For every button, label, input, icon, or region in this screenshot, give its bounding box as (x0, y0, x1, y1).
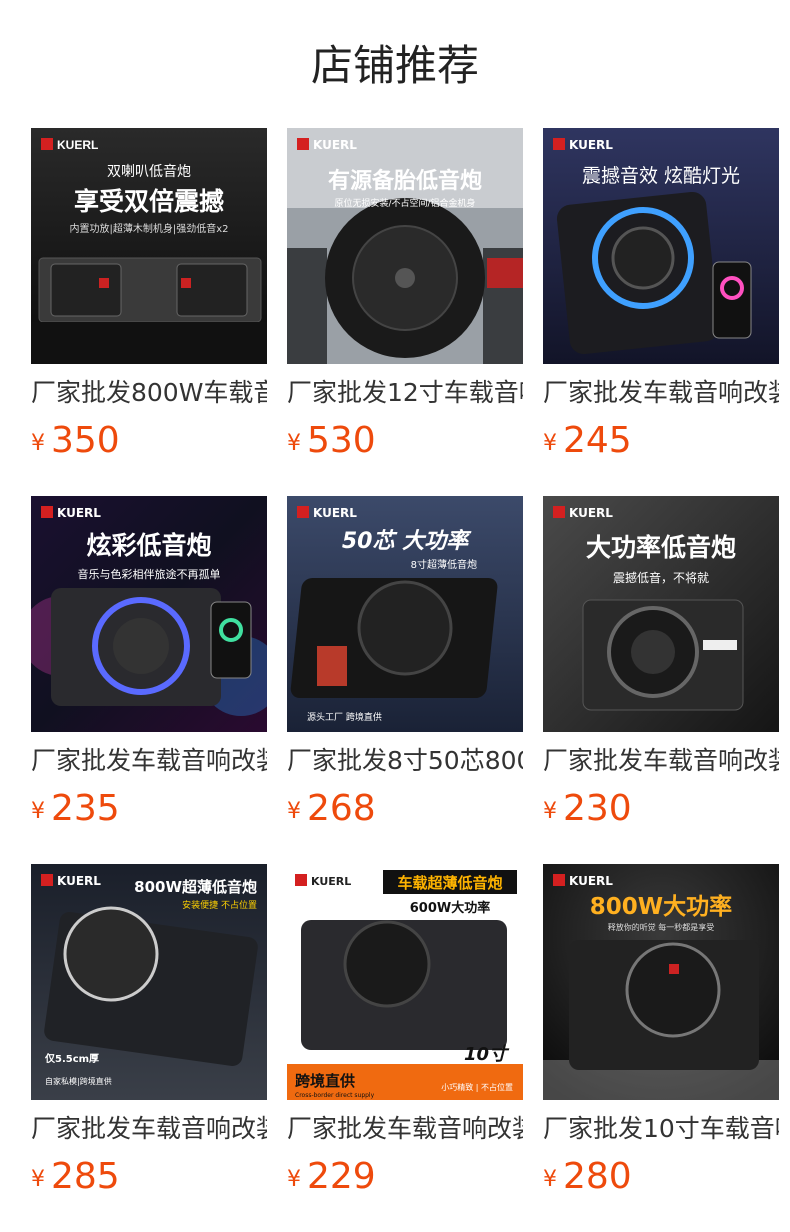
product-card[interactable]: KUERL 车载超薄低音炮 600W大功率 10寸 跨境直供 Cross-bor… (287, 864, 523, 1199)
price-value: 245 (563, 420, 632, 461)
currency-symbol: ¥ (543, 431, 557, 456)
product-card[interactable]: KUERL 800W超薄低音炮 安装便捷 不占位置 仅5.5cm厚 自家私模|跨… (31, 864, 267, 1199)
product-image[interactable]: KUERL 震撼音效 炫酷灯光 (543, 128, 779, 364)
product-card[interactable]: KUERL 800W大功率 释放你的听觉 每一秒都是享受 厂家批发10寸车载音响… (543, 864, 779, 1199)
svg-text:原位无损安装/不占空间/铝合金机身: 原位无损安装/不占空间/铝合金机身 (334, 197, 475, 209)
brand-logo: KUERL (569, 874, 613, 888)
svg-text:车载超薄低音炮: 车载超薄低音炮 (397, 874, 502, 892)
product-card[interactable]: KUERL 震撼音效 炫酷灯光 厂家批发车载音响改装低音炮 ¥245 (543, 128, 779, 463)
price-value: 229 (307, 1156, 376, 1197)
brand-logo: KUERL (57, 874, 101, 888)
product-price: ¥268 (287, 787, 523, 831)
currency-symbol: ¥ (543, 1167, 557, 1192)
product-price: ¥350 (31, 419, 267, 463)
svg-text:仅5.5cm厚: 仅5.5cm厚 (44, 1052, 99, 1065)
brand-logo: KUERL (57, 506, 101, 520)
product-name[interactable]: 厂家批发车载音响改装超薄低音炮 (287, 1112, 523, 1146)
currency-symbol: ¥ (543, 799, 557, 824)
price-value: 285 (51, 1156, 120, 1197)
product-image[interactable]: KUERL 炫彩低音炮 音乐与色彩相伴旅途不再孤单 (31, 496, 267, 732)
svg-text:自家私模|跨境直供: 自家私模|跨境直供 (45, 1076, 112, 1086)
price-value: 280 (563, 1156, 632, 1197)
product-image[interactable]: KUERL 50芯 大功率 8寸超薄低音炮 源头工厂 跨境直供 (287, 496, 523, 732)
product-image[interactable]: KUERL 800W大功率 释放你的听觉 每一秒都是享受 (543, 864, 779, 1100)
product-price: ¥235 (31, 787, 267, 831)
brand-logo: KUERL (313, 506, 357, 520)
price-value: 268 (307, 788, 376, 829)
currency-symbol: ¥ (31, 431, 45, 456)
svg-text:双喇叭低音炮: 双喇叭低音炮 (107, 163, 191, 180)
svg-text:小巧精致 | 不占位置: 小巧精致 | 不占位置 (441, 1082, 513, 1092)
currency-symbol: ¥ (287, 431, 301, 456)
currency-symbol: ¥ (31, 799, 45, 824)
svg-text:释放你的听觉 每一秒都是享受: 释放你的听觉 每一秒都是享受 (608, 922, 715, 932)
brand-logo: KUERL (569, 138, 613, 152)
product-card[interactable]: KUERL 大功率低音炮 震撼低音，不将就 厂家批发车载音响改装大功率低音炮 ¥… (543, 496, 779, 831)
price-value: 235 (51, 788, 120, 829)
product-image[interactable]: KUERL 有源备胎低音炮 原位无损安装/不占空间/铝合金机身 (287, 128, 523, 364)
brand-logo: KUERL (57, 138, 98, 152)
product-price: ¥230 (543, 787, 779, 831)
svg-text:Cross-border direct supply: Cross-border direct supply (295, 1092, 375, 1099)
product-name[interactable]: 厂家批发车载音响改装低音炮 (543, 376, 779, 410)
currency-symbol: ¥ (287, 799, 301, 824)
product-card[interactable]: KUERL 双喇叭低音炮 享受双倍震撼 内置功放|超薄木制机身|强劲低音x2 厂… (31, 128, 267, 463)
svg-text:内置功放|超薄木制机身|强劲低音x2: 内置功放|超薄木制机身|强劲低音x2 (69, 222, 228, 235)
svg-text:源头工厂 跨境直供: 源头工厂 跨境直供 (307, 711, 382, 723)
brand-logo: KUERL (313, 138, 357, 152)
product-image[interactable]: KUERL 800W超薄低音炮 安装便捷 不占位置 仅5.5cm厚 自家私模|跨… (31, 864, 267, 1100)
price-value: 350 (51, 420, 120, 461)
product-price: ¥280 (543, 1155, 779, 1199)
svg-text:震撼音效 炫酷灯光: 震撼音效 炫酷灯光 (582, 165, 740, 187)
svg-text:震撼低音，不将就: 震撼低音，不将就 (613, 570, 709, 585)
product-price: ¥229 (287, 1155, 523, 1199)
currency-symbol: ¥ (31, 1167, 45, 1192)
svg-text:音乐与色彩相伴旅途不再孤单: 音乐与色彩相伴旅途不再孤单 (78, 567, 221, 581)
product-image[interactable]: KUERL 大功率低音炮 震撼低音，不将就 (543, 496, 779, 732)
product-name[interactable]: 厂家批发8寸50芯800W低音炮 (287, 744, 523, 778)
product-price: ¥285 (31, 1155, 267, 1199)
product-image[interactable]: KUERL 双喇叭低音炮 享受双倍震撼 内置功放|超薄木制机身|强劲低音x2 (31, 128, 267, 364)
svg-text:600W大功率: 600W大功率 (410, 900, 490, 916)
brand-logo: KUERL (569, 506, 613, 520)
svg-text:跨境直供: 跨境直供 (295, 1072, 355, 1090)
svg-text:50芯 大功率: 50芯 大功率 (342, 528, 472, 554)
svg-text:8寸超薄低音炮: 8寸超薄低音炮 (411, 558, 477, 571)
svg-text:10寸: 10寸 (464, 1044, 510, 1065)
svg-text:800W大功率: 800W大功率 (590, 893, 732, 920)
svg-text:安装便捷 不占位置: 安装便捷 不占位置 (182, 899, 257, 911)
product-price: ¥530 (287, 419, 523, 463)
svg-text:有源备胎低音炮: 有源备胎低音炮 (328, 168, 482, 194)
product-name[interactable]: 厂家批发800W车载音响改装超薄低音炮 (31, 376, 267, 410)
currency-symbol: ¥ (287, 1167, 301, 1192)
product-name[interactable]: 厂家批发12寸车载音响备胎低音炮 (287, 376, 523, 410)
product-name[interactable]: 厂家批发车载音响改装大功率低音炮 (543, 744, 779, 778)
price-value: 230 (563, 788, 632, 829)
price-value: 530 (307, 420, 376, 461)
product-card[interactable]: KUERL 炫彩低音炮 音乐与色彩相伴旅途不再孤单 厂家批发车载音响改装炫彩低音… (31, 496, 267, 831)
product-name[interactable]: 厂家批发10寸车载音响低音炮 (543, 1112, 779, 1146)
product-name[interactable]: 厂家批发车载音响改装炫彩低音炮 (31, 744, 267, 778)
product-image[interactable]: KUERL 车载超薄低音炮 600W大功率 10寸 跨境直供 Cross-bor… (287, 864, 523, 1100)
product-price: ¥245 (543, 419, 779, 463)
svg-text:大功率低音炮: 大功率低音炮 (586, 533, 736, 562)
product-name[interactable]: 厂家批发车载音响改装超薄低音炮 (31, 1112, 267, 1146)
product-card[interactable]: KUERL 50芯 大功率 8寸超薄低音炮 源头工厂 跨境直供 厂家批发8寸50… (287, 496, 523, 831)
svg-text:炫彩低音炮: 炫彩低音炮 (86, 531, 211, 560)
product-card[interactable]: KUERL 有源备胎低音炮 原位无损安装/不占空间/铝合金机身 厂家批发12寸车… (287, 128, 523, 463)
svg-text:享受双倍震撼: 享受双倍震撼 (74, 187, 224, 216)
brand-logo: KUERL (311, 875, 351, 888)
page-title: 店铺推荐 (310, 41, 479, 90)
svg-text:800W超薄低音炮: 800W超薄低音炮 (134, 878, 257, 896)
